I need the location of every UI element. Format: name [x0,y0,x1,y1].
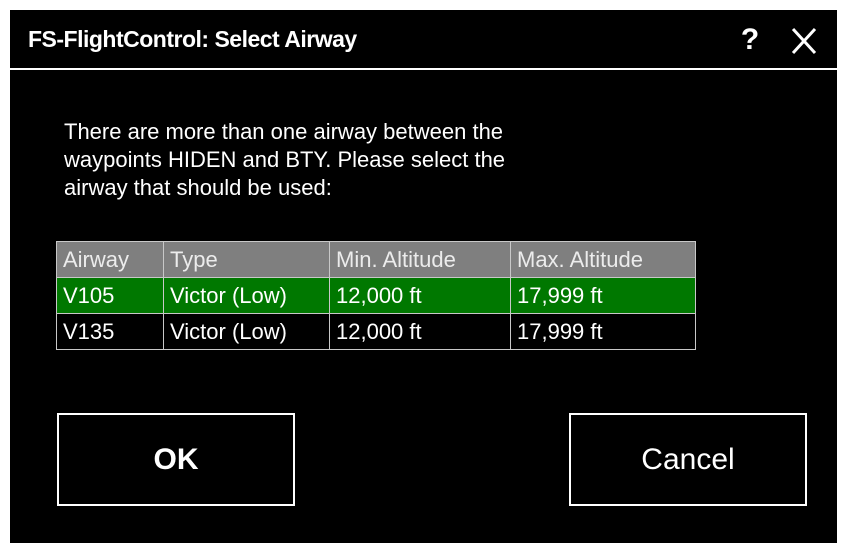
cell-airway[interactable]: V105 [56,277,164,314]
column-header-min-altitude[interactable]: Min. Altitude [329,241,511,278]
cell-max-altitude[interactable]: 17,999 ft [510,277,696,314]
dialog-title: FS-FlightControl: Select Airway [28,26,357,52]
column-header-max-altitude[interactable]: Max. Altitude [510,241,696,278]
close-button[interactable] [786,24,822,58]
cell-type[interactable]: Victor (Low) [163,277,330,314]
cell-min-altitude[interactable]: 12,000 ft [329,313,511,350]
table-header-row: Airway Type Min. Altitude Max. Altitude [56,241,696,278]
select-airway-dialog: FS-FlightControl: Select Airway ? There … [8,8,839,545]
cell-min-altitude[interactable]: 12,000 ft [329,277,511,314]
cell-airway[interactable]: V135 [56,313,164,350]
cell-max-altitude[interactable]: 17,999 ft [510,313,696,350]
table-row[interactable]: V105 Victor (Low) 12,000 ft 17,999 ft [56,277,696,314]
cancel-button[interactable]: Cancel [569,413,807,506]
cell-type[interactable]: Victor (Low) [163,313,330,350]
ok-button[interactable]: OK [57,413,295,506]
help-button[interactable]: ? [732,20,768,60]
table-row[interactable]: V135 Victor (Low) 12,000 ft 17,999 ft [56,313,696,350]
airway-table: Airway Type Min. Altitude Max. Altitude … [56,241,696,350]
title-bar: FS-FlightControl: Select Airway ? [10,10,837,70]
close-icon [791,27,817,55]
dialog-message: There are more than one airway between t… [64,119,506,200]
column-header-airway[interactable]: Airway [56,241,164,278]
column-header-type[interactable]: Type [163,241,330,278]
